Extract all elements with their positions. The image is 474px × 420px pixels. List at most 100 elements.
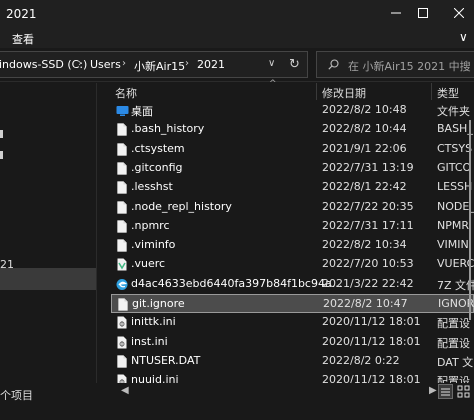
- desktop-folder-icon: [116, 106, 129, 116]
- file-name: git.ignore: [132, 297, 185, 310]
- file-date: 2022/7/20 10:53: [322, 257, 414, 271]
- file-date: 2022/8/1 22:42: [322, 180, 407, 194]
- file-date: 2020/11/12 18:01: [322, 334, 421, 348]
- file-name: .gitconfig: [131, 160, 183, 174]
- file-row[interactable]: 桌面 2022/8/2 10:48 文件夹: [98, 101, 474, 120]
- sort-up-icon: ^: [269, 79, 277, 89]
- address-bar[interactable]: indows-SSD (C:) › Users › 小新Air15 › 2021…: [0, 51, 308, 78]
- file-row[interactable]: .vuerc 2022/7/20 10:53 VUERC: [98, 255, 474, 274]
- vertical-scrollbar[interactable]: [466, 90, 474, 380]
- details-view-icon[interactable]: [438, 384, 453, 399]
- maximize-icon: [418, 8, 428, 18]
- file-date: 2022/8/2 0:22: [322, 353, 400, 367]
- file-date: 2020/11/12 18:01: [322, 315, 421, 329]
- file-row[interactable]: NTUSER.DAT 2022/8/2 0:22 DAT 文: [98, 352, 474, 371]
- search-input[interactable]: 在 小新Air15 2021 中搜: [348, 58, 471, 74]
- menu-view[interactable]: 查看: [12, 31, 34, 47]
- menu-bar: 查看 ∨: [0, 30, 474, 48]
- vue-file-icon: [117, 258, 127, 271]
- column-divider[interactable]: [431, 83, 432, 100]
- file-name: inst.ini: [131, 334, 168, 348]
- file-name: d4ac4633ebd6440fa397b84f1bc94a...: [131, 276, 343, 290]
- edge-icon: [116, 278, 128, 290]
- search-icon: [328, 59, 339, 70]
- minimize-icon: [391, 12, 401, 14]
- file-name: .vuerc: [131, 257, 166, 271]
- file-name: NTUSER.DAT: [131, 353, 201, 367]
- file-date: 2022/7/22 20:35: [322, 199, 414, 213]
- chevron-down-icon[interactable]: ∨: [268, 58, 275, 69]
- ini-file-icon: [117, 316, 127, 329]
- breadcrumb-user[interactable]: 小新Air15: [134, 58, 185, 74]
- file-row[interactable]: d4ac4633ebd6440fa397b84f1bc94a... 2021/3/…: [98, 275, 474, 294]
- file-icon: [117, 200, 127, 214]
- file-date: 2022/8/2 10:44: [322, 122, 407, 136]
- file-name: .viminfo: [131, 238, 176, 252]
- maximize-button[interactable]: [408, 4, 438, 26]
- close-button[interactable]: [444, 4, 474, 26]
- ini-file-icon: [117, 336, 127, 349]
- column-type[interactable]: 类型: [437, 85, 459, 101]
- file-icon: [117, 123, 127, 137]
- window-title: 2021: [6, 7, 37, 21]
- file-date: 2022/8/2 10:48: [322, 103, 407, 116]
- file-date: 2022/8/2 10:47: [323, 297, 408, 310]
- file-icon: [118, 298, 128, 311]
- scroll-left-icon[interactable]: ◀: [121, 385, 129, 396]
- file-name: .npmrc: [131, 218, 170, 232]
- file-name: .bash_history: [131, 122, 205, 136]
- status-bar: 个项目 ◀ ▶: [0, 383, 474, 420]
- minimize-button[interactable]: [381, 4, 411, 26]
- column-date[interactable]: 修改日期: [322, 85, 366, 101]
- column-header: ^ 名称 修改日期 类型: [98, 79, 474, 101]
- item-count-text: 个项目: [0, 389, 33, 402]
- scrollbar-thumb[interactable]: [469, 120, 471, 320]
- navigation-pane: 21: [0, 83, 97, 383]
- file-icon: [117, 355, 127, 368]
- file-name: 桌面: [131, 105, 153, 118]
- large-icons-view-icon[interactable]: [456, 384, 471, 399]
- scroll-right-icon[interactable]: ▶: [429, 385, 437, 396]
- file-row[interactable]: .gitconfig 2022/7/31 13:19 GITCO: [98, 159, 474, 178]
- expand-ribbon-button[interactable]: ∨: [459, 30, 468, 44]
- file-date: 2021/3/22 22:42: [322, 276, 414, 290]
- nav-item-marker: [0, 151, 3, 159]
- refresh-icon[interactable]: ↻: [289, 57, 300, 72]
- file-row-selected[interactable]: git.ignore 2022/8/2 10:47 IGNOR: [111, 294, 474, 313]
- column-divider[interactable]: [316, 83, 317, 100]
- file-name: .lesshst: [131, 180, 173, 194]
- file-date: 2021/9/1 22:06: [322, 141, 407, 155]
- file-row[interactable]: .bash_history 2022/8/2 10:44 BASH_: [98, 120, 474, 139]
- file-date: 2022/7/31 13:19: [322, 160, 414, 174]
- search-box[interactable]: 在 小新Air15 2021 中搜: [316, 51, 474, 78]
- file-row[interactable]: .viminfo 2022/8/2 10:34 VIMIN: [98, 236, 474, 255]
- file-name: inittk.ini: [131, 315, 176, 329]
- chevron-right-icon[interactable]: ›: [78, 58, 82, 69]
- file-row[interactable]: .npmrc 2022/7/31 17:11 NPMR: [98, 217, 474, 236]
- nav-item-marker: [0, 130, 3, 138]
- chevron-right-icon[interactable]: ›: [185, 58, 189, 69]
- column-name[interactable]: 名称: [115, 85, 137, 101]
- chevron-right-icon[interactable]: ›: [122, 58, 126, 69]
- file-icon: [117, 181, 127, 194]
- file-row[interactable]: inst.ini 2020/11/12 18:01 配置设: [98, 333, 474, 352]
- breadcrumb-current[interactable]: 2021: [197, 58, 225, 71]
- file-name: .ctsystem: [131, 141, 185, 155]
- file-icon: [117, 239, 127, 252]
- address-row: indows-SSD (C:) › Users › 小新Air15 › 2021…: [0, 48, 474, 82]
- file-icon: [117, 162, 127, 175]
- file-icon: [117, 220, 127, 233]
- file-row[interactable]: .node_repl_history 2022/7/22 20:35 NODE_: [98, 198, 474, 217]
- title-bar: 2021: [0, 0, 474, 30]
- file-row[interactable]: .lesshst 2022/8/1 22:42 LESSH: [98, 178, 474, 197]
- file-icon: [117, 142, 127, 156]
- file-date: 2022/7/31 17:11: [322, 218, 414, 232]
- file-name: .node_repl_history: [131, 199, 232, 213]
- close-icon: [453, 7, 465, 19]
- breadcrumb-users[interactable]: Users: [90, 58, 121, 71]
- file-row[interactable]: inittk.ini 2020/11/12 18:01 配置设: [98, 313, 474, 332]
- breadcrumb-drive[interactable]: indows-SSD (C:): [0, 58, 87, 71]
- file-row[interactable]: .ctsystem 2021/9/1 22:06 CTSYS: [98, 140, 474, 159]
- file-date: 2022/8/2 10:34: [322, 238, 407, 252]
- nav-item-selected[interactable]: [0, 268, 96, 290]
